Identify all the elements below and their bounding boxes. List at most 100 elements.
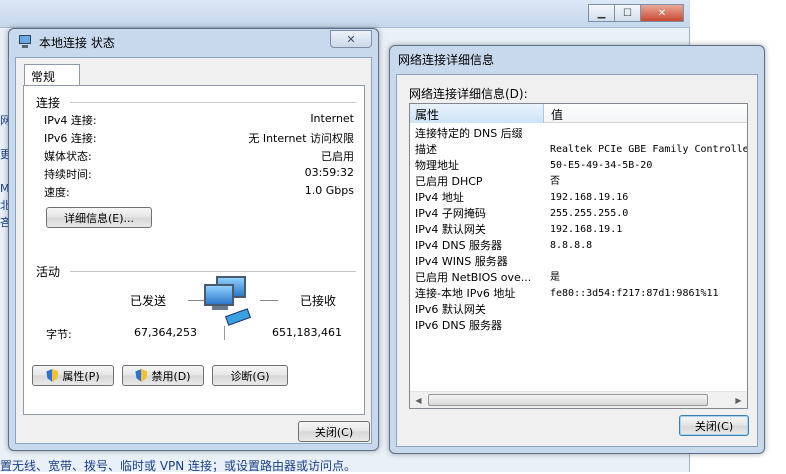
list-item[interactable]: 已启用 NetBIOS ove... 是 bbox=[410, 270, 747, 286]
close-icon[interactable]: ✕ bbox=[640, 4, 684, 22]
connection-row: 媒体状态: 已启用 bbox=[44, 148, 354, 165]
value-cell: 是 bbox=[550, 272, 560, 283]
scrollbar-thumb[interactable] bbox=[428, 394, 708, 406]
list-item[interactable]: 连接-本地 IPv6 地址 fe80::3d54:f217:87d1:9861%1… bbox=[410, 286, 747, 302]
row-value: 已启用 bbox=[321, 150, 354, 163]
close-button[interactable]: 关闭(C) bbox=[298, 421, 370, 442]
list-item[interactable]: IPv4 子网掩码 255.255.255.0 bbox=[410, 206, 747, 222]
background-titlebar: ▁ ☐ ✕ bbox=[0, 0, 690, 28]
bytes-label: 字节: bbox=[46, 328, 72, 341]
property-cell: IPv4 DNS 服务器 bbox=[415, 239, 503, 252]
column-header-value[interactable]: 值 bbox=[544, 104, 747, 122]
details-button[interactable]: 详细信息(E)... bbox=[46, 207, 152, 228]
column-header-property[interactable]: 属性 bbox=[410, 104, 544, 123]
value-cell bbox=[544, 126, 747, 142]
tab-general[interactable]: 常规 bbox=[24, 64, 80, 86]
dialog-body: 常规 连接 IPv4 连接: Internet IPv6 连接: 无 Inter… bbox=[15, 57, 372, 444]
value-cell: 50-E5-49-34-5B-20 bbox=[550, 160, 653, 171]
property-cell: IPv6 默认网关 bbox=[415, 303, 486, 316]
row-label: 持续时间: bbox=[44, 168, 92, 181]
scroll-left-icon[interactable]: ◀ bbox=[410, 392, 427, 408]
details-list[interactable]: 属性 值 连接特定的 DNS 后缀 描述 Realtek PCIe GBE Fami… bbox=[409, 103, 748, 409]
value-cell: 8.8.8.8 bbox=[550, 240, 593, 251]
minimize-icon[interactable]: ▁ bbox=[588, 4, 615, 22]
property-cell: 已启用 NetBIOS ove... bbox=[415, 271, 532, 284]
list-item[interactable]: IPv4 地址 192.168.19.16 bbox=[410, 190, 747, 206]
value-cell: 192.168.19.16 bbox=[550, 192, 629, 203]
disable-button-label: 禁用(D) bbox=[151, 369, 191, 383]
row-value: 无 Internet 访问权限 bbox=[248, 132, 354, 145]
network-activity-icon bbox=[202, 276, 258, 328]
sent-label: 已发送 bbox=[130, 294, 167, 308]
row-value: Internet bbox=[310, 112, 354, 125]
row-label: IPv4 连接: bbox=[44, 114, 97, 127]
disable-button[interactable]: 禁用(D) bbox=[122, 365, 204, 386]
row-label: IPv6 连接: bbox=[44, 132, 97, 145]
uac-shield-icon bbox=[46, 369, 58, 382]
property-cell: 物理地址 bbox=[415, 159, 459, 172]
dialog-titlebar: 本地连接 状态 bbox=[17, 29, 115, 55]
list-item[interactable]: IPv6 DNS 服务器 bbox=[410, 318, 747, 334]
maximize-icon[interactable]: ☐ bbox=[614, 4, 641, 22]
list-item[interactable]: IPv6 默认网关 bbox=[410, 302, 747, 318]
value-cell bbox=[544, 302, 747, 318]
property-cell: 已启用 DHCP bbox=[415, 175, 483, 188]
recv-dash bbox=[260, 300, 278, 301]
background-caption-buttons: ▁ ☐ ✕ bbox=[588, 4, 684, 22]
dialog-titlebar: 网络连接详细信息 bbox=[398, 46, 494, 72]
list-item[interactable]: 连接特定的 DNS 后缀 bbox=[410, 126, 747, 142]
group-divider bbox=[70, 271, 356, 272]
value-cell: fe80::3d54:f217:87d1:9861%11 bbox=[550, 288, 719, 299]
list-item[interactable]: 已启用 DHCP 否 bbox=[410, 174, 747, 190]
property-cell: 连接-本地 IPv6 地址 bbox=[415, 287, 516, 300]
connection-row: IPv4 连接: Internet bbox=[44, 112, 354, 129]
property-cell: IPv4 子网掩码 bbox=[415, 207, 486, 220]
property-cell: 连接特定的 DNS 后缀 bbox=[415, 127, 523, 140]
value-cell: 192.168.19.1 bbox=[550, 224, 623, 235]
property-cell: IPv6 DNS 服务器 bbox=[415, 319, 503, 332]
dialog-title: 网络连接详细信息 bbox=[398, 52, 495, 67]
list-item[interactable]: IPv4 DNS 服务器 8.8.8.8 bbox=[410, 238, 747, 254]
value-cell bbox=[544, 254, 747, 270]
property-cell: IPv4 默认网关 bbox=[415, 223, 486, 236]
dialog-title: 本地连接 状态 bbox=[39, 35, 115, 50]
list-rows: 连接特定的 DNS 后缀 描述 Realtek PCIe GBE Family Co… bbox=[410, 126, 747, 334]
connection-row: 持续时间: 03:59:32 bbox=[44, 166, 354, 183]
received-label: 已接收 bbox=[300, 294, 337, 308]
background-setup-link[interactable]: 置无线、宽带、拨号、临时或 VPN 连接；或设置路由器或访问点。 bbox=[0, 457, 356, 474]
list-item[interactable]: IPv4 WINS 服务器 bbox=[410, 254, 747, 270]
network-icon bbox=[17, 35, 33, 49]
list-item[interactable]: 物理地址 50-E5-49-34-5B-20 bbox=[410, 158, 747, 174]
connection-group-title: 连接 bbox=[36, 96, 61, 110]
list-header: 属性 值 bbox=[410, 104, 747, 123]
properties-button-label: 属性(P) bbox=[62, 369, 100, 383]
connection-row: 速度: 1.0 Gbps bbox=[44, 184, 354, 201]
uac-shield-icon bbox=[135, 369, 147, 382]
value-cell bbox=[544, 318, 747, 334]
property-cell: IPv4 WINS 服务器 bbox=[415, 255, 508, 268]
diagnose-button[interactable]: 诊断(G) bbox=[212, 365, 288, 386]
list-item[interactable]: IPv4 默认网关 192.168.19.1 bbox=[410, 222, 747, 238]
scroll-right-icon[interactable]: ▶ bbox=[730, 392, 747, 408]
property-cell: 描述 bbox=[415, 143, 437, 156]
details-caption: 网络连接详细信息(D): bbox=[409, 87, 528, 101]
close-icon[interactable]: ✕ bbox=[330, 30, 372, 48]
connection-status-dialog: 本地连接 状态 ✕ 常规 连接 IPv4 连接: Internet IPv6 连… bbox=[8, 28, 379, 451]
row-value: 03:59:32 bbox=[304, 166, 354, 179]
value-cell: Realtek PCIe GBE Family Controlle bbox=[550, 144, 747, 155]
dialog-body: 网络连接详细信息(D): 属性 值 连接特定的 DNS 后缀 描述 Realtek … bbox=[396, 74, 758, 447]
connection-row: IPv6 连接: 无 Internet 访问权限 bbox=[44, 130, 354, 147]
tab-panel-general: 连接 IPv4 连接: Internet IPv6 连接: 无 Internet… bbox=[23, 85, 365, 415]
bytes-divider bbox=[224, 326, 225, 340]
property-cell: IPv4 地址 bbox=[415, 191, 464, 204]
connection-details-dialog: 网络连接详细信息 网络连接详细信息(D): 属性 值 连接特定的 DNS 后缀描… bbox=[389, 45, 765, 454]
properties-button[interactable]: 属性(P) bbox=[32, 365, 114, 386]
row-label: 速度: bbox=[44, 186, 70, 199]
bytes-sent-value: 67,364,253 bbox=[134, 326, 197, 339]
list-item[interactable]: 描述 Realtek PCIe GBE Family Controlle bbox=[410, 142, 747, 158]
activity-group-title: 活动 bbox=[36, 265, 61, 279]
row-label: 媒体状态: bbox=[44, 150, 92, 163]
close-button[interactable]: 关闭(C) bbox=[679, 415, 749, 436]
horizontal-scrollbar[interactable]: ◀ ▶ bbox=[410, 391, 747, 408]
row-value: 1.0 Gbps bbox=[304, 184, 354, 197]
